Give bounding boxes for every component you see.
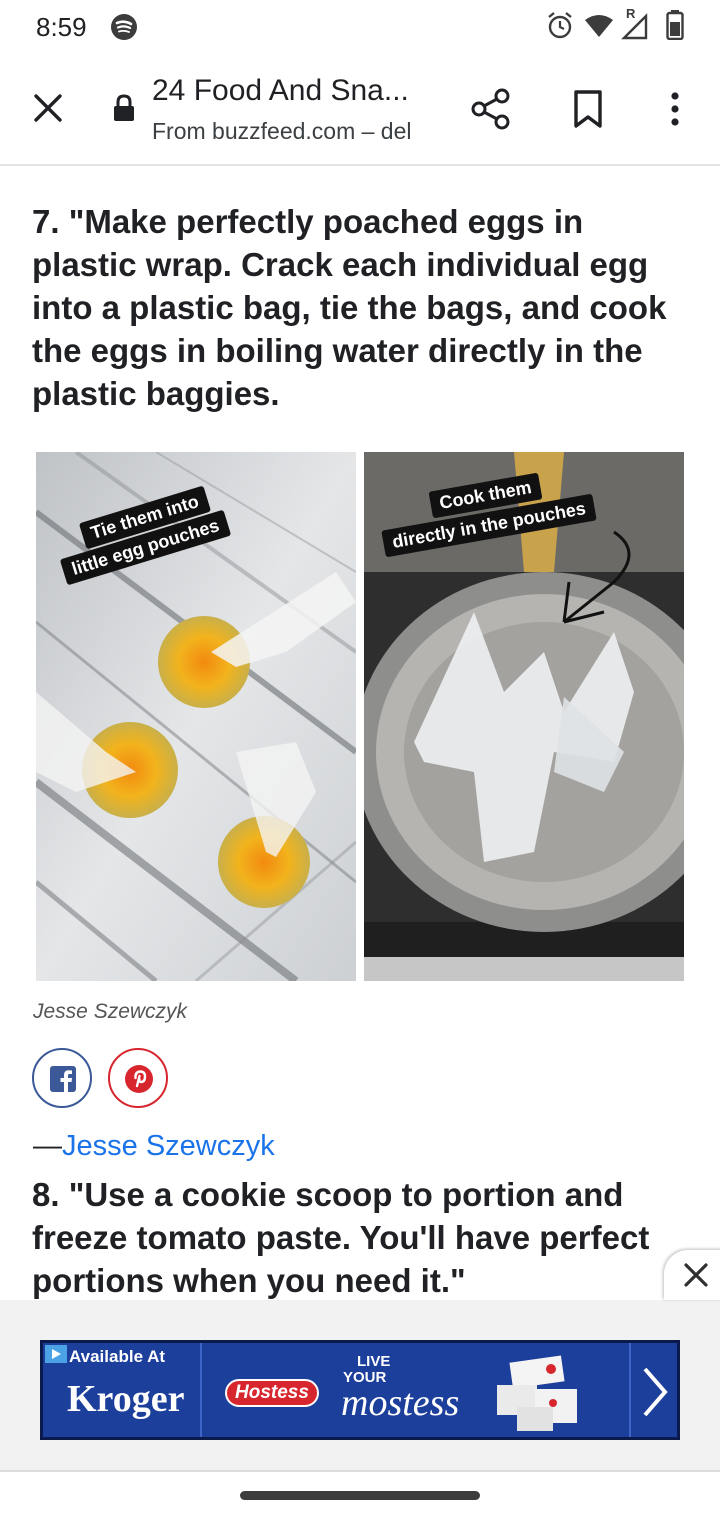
photo-egg-pouches: Tie them into little egg pouches: [36, 452, 356, 981]
custom-tab-toolbar: 24 Food And Sna... From buzzfeed.com – d…: [0, 52, 720, 166]
page-title[interactable]: 24 Food And Sna...: [152, 74, 409, 108]
ad-available-at: Available At: [69, 1347, 166, 1366]
facebook-icon: [50, 1066, 76, 1097]
ad-divider-right: [629, 1343, 631, 1437]
item-7-heading: 7. "Make perfectly poached eggs in plast…: [32, 203, 667, 412]
facebook-share-button[interactable]: [32, 1048, 92, 1108]
pinterest-share-button[interactable]: [108, 1048, 168, 1108]
photo-credit: Jesse Szewczyk: [33, 1000, 188, 1023]
ad-product-image: [491, 1355, 581, 1435]
item-8-heading: 8. "Use a cookie scoop to portion and fr…: [32, 1176, 650, 1299]
attribution-dash: —: [33, 1130, 62, 1162]
ad-tagline-top: LIVE: [357, 1353, 391, 1370]
wifi-icon: [584, 14, 614, 43]
home-gesture-bar[interactable]: [240, 1491, 480, 1500]
ad-retailer: Kroger: [67, 1378, 185, 1420]
chevron-right-icon[interactable]: [639, 1365, 669, 1424]
play-icon: [45, 1345, 67, 1368]
spotify-icon: [110, 13, 138, 46]
close-icon[interactable]: [26, 86, 70, 130]
ad-banner[interactable]: Available At Kroger Hostess LIVE YOUR mo…: [40, 1340, 680, 1440]
signal-badge: R: [626, 6, 636, 21]
ad-tagline-script: mostess: [341, 1382, 460, 1424]
attribution: —Jesse Szewczyk: [33, 1130, 275, 1163]
alarm-icon: [546, 10, 574, 45]
signal-icon: R: [620, 6, 650, 45]
share-icon[interactable]: [468, 86, 514, 132]
ad-divider: [200, 1343, 202, 1437]
attribution-link[interactable]: Jesse Szewczyk: [62, 1130, 275, 1162]
bookmark-icon[interactable]: [566, 86, 610, 132]
status-bar: 8:59 R: [0, 0, 720, 52]
ad-container: Available At Kroger Hostess LIVE YOUR mo…: [0, 1300, 720, 1472]
page-url[interactable]: From buzzfeed.com – del: [152, 118, 412, 145]
pinterest-icon: [124, 1064, 154, 1099]
lock-icon: [112, 94, 136, 122]
ad-close-button[interactable]: [664, 1250, 720, 1300]
ad-brand: Hostess: [225, 1379, 319, 1407]
battery-icon: [666, 10, 684, 45]
more-vert-icon[interactable]: [660, 86, 690, 132]
close-icon: [682, 1261, 710, 1294]
photo-pan-pouches: Cook them directly in the pouches: [364, 452, 684, 981]
status-time: 8:59: [36, 12, 87, 42]
